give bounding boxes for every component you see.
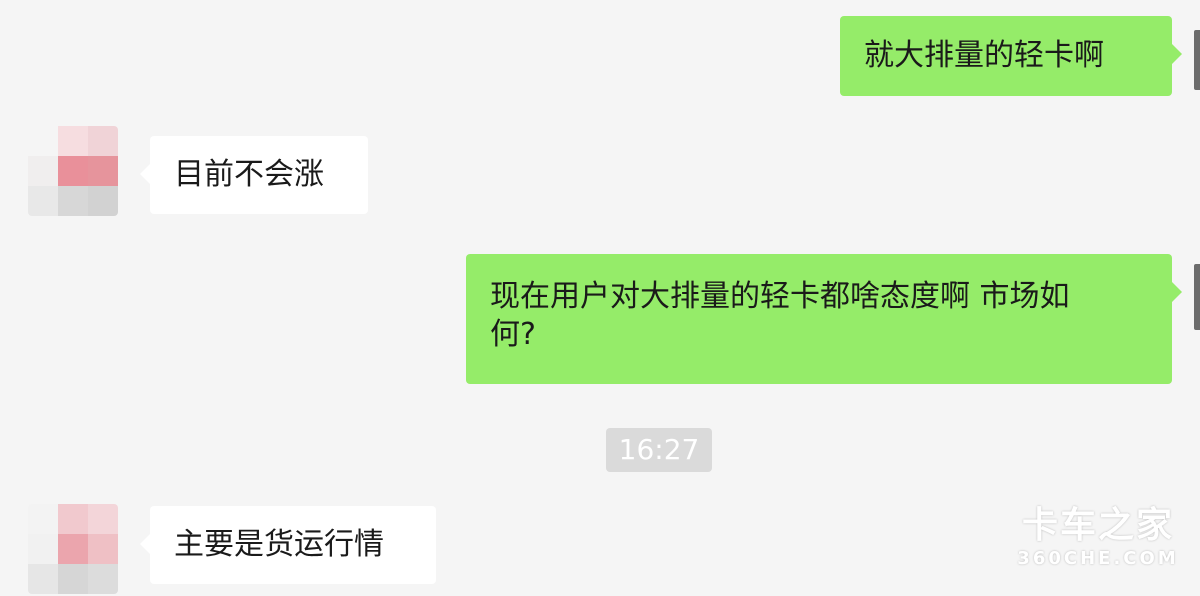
watermark-logo: 卡车之家 360CHE.COM [1006,504,1190,584]
message-text: 就大排量的轻卡啊 [864,38,1104,73]
watermark-main-text: 卡车之家 [1021,505,1174,546]
message-text-line: 现在用户对大排量的轻卡都啥态度啊 市场如 [490,279,1070,314]
self-avatar-edge[interactable] [1194,264,1200,330]
watermark-sub-text: 360CHE.COM [1017,548,1179,569]
outgoing-message-bubble[interactable]: 现在用户对大排量的轻卡都啥态度啊 市场如 何? [466,254,1182,384]
incoming-message-bubble[interactable]: 目前不会涨 [140,136,368,214]
message-text: 主要是货运行情 [174,527,384,562]
outgoing-message-bubble[interactable]: 就大排量的轻卡啊 [840,16,1182,96]
contact-avatar[interactable] [28,126,118,216]
self-avatar-edge[interactable] [1194,30,1200,90]
contact-avatar[interactable] [28,504,118,594]
message-text-line: 何? [490,317,536,352]
incoming-message-bubble[interactable]: 主要是货运行情 [140,506,436,584]
message-text: 目前不会涨 [174,157,324,192]
timestamp-badge: 16:27 [606,428,712,472]
